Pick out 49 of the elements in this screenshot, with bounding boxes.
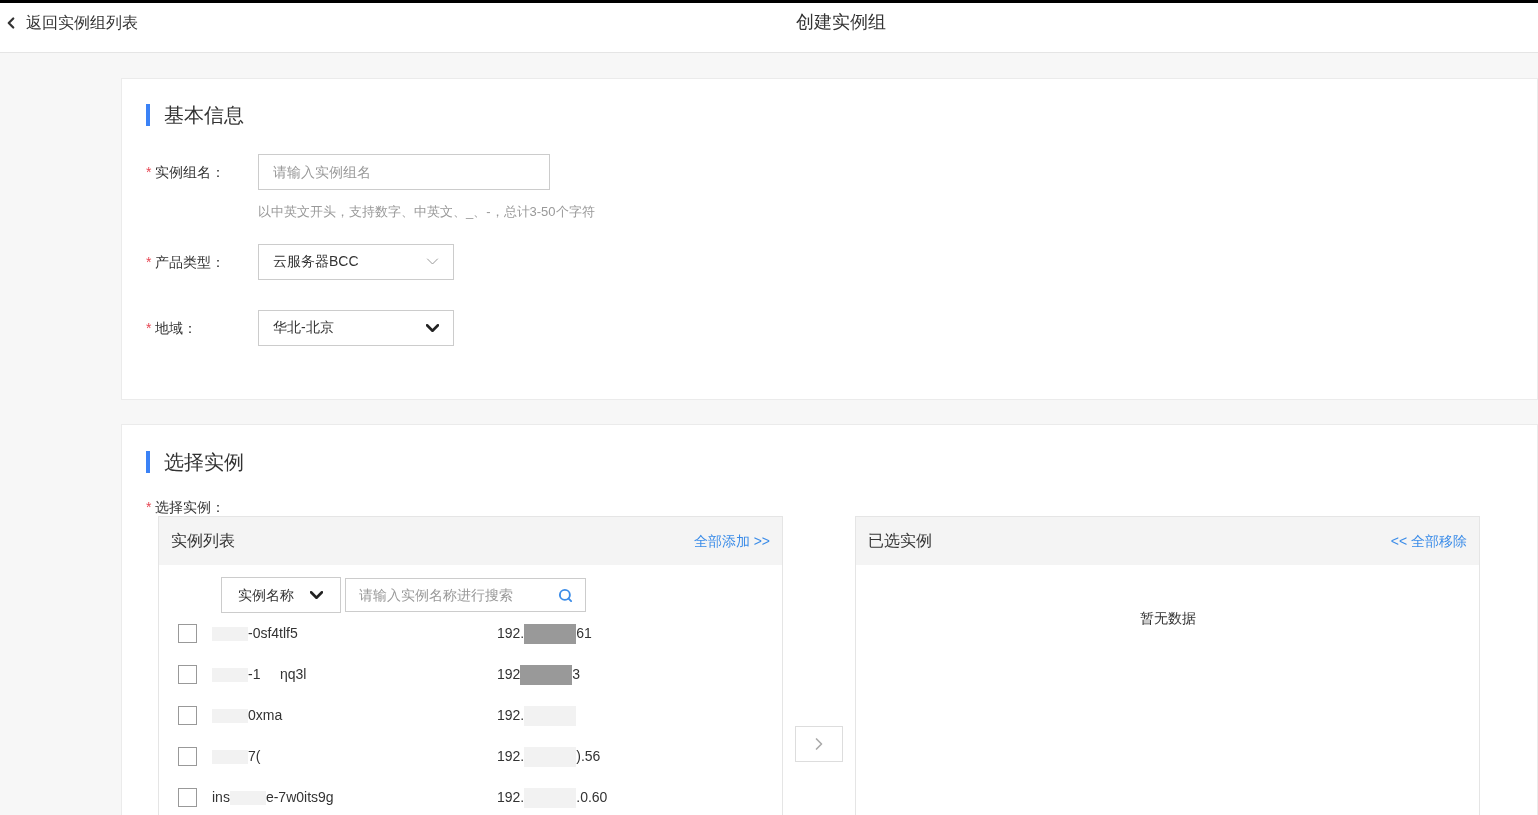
instance-ip: 192 [497,665,521,684]
field-label: 选择实例： [155,498,226,517]
heading-bar [146,104,150,126]
page-title: 创建实例组 [796,11,886,34]
dropdown[interactable]: 华北-北京 [258,309,454,346]
checkbox[interactable] [178,747,197,766]
search-icon [557,588,573,603]
field-label: 地域： [155,318,198,338]
required-mark: * [146,163,152,182]
redaction-block [524,623,577,644]
instance-name: e-7w0its9g [265,788,334,807]
instance-name: -1 ηq3l [248,665,307,684]
field-label: 产品类型： [155,252,226,272]
required-mark: * [146,498,152,517]
instance-ip: 192. [497,747,525,766]
chevron-down-icon [310,591,323,599]
chevron-down-icon [426,323,439,332]
instance-name: 0xma [248,706,283,725]
heading-bar [146,451,150,473]
hint-text: 以中英文开头，支持数字、中英文、_、-，总计3-50个字符 [258,203,595,221]
panel-title: 已选实例 [868,531,932,551]
instance-ip: 192. [497,624,525,643]
redaction-block [520,664,573,685]
back-link[interactable]: 返回实例组列表 [2,10,138,35]
field-label: 实例组名： [155,163,226,182]
instance-ip: .0.60 [576,788,608,807]
required-mark: * [146,318,152,338]
instance-ip: ).56 [576,747,601,766]
section-heading: 选择实例 [164,450,244,475]
section-heading: 基本信息 [164,103,244,128]
instance-name: ins [212,788,230,807]
required-mark: * [146,252,152,272]
empty-message: 暂无数据 [1139,609,1196,628]
instance-name: -0sf4tlf5 [248,624,298,643]
input-field[interactable]: 请输入实例组名 [258,154,550,190]
instance-ip: 61 [576,624,592,643]
checkbox[interactable] [178,624,197,643]
filter-dropdown[interactable]: 实例名称 [220,577,341,613]
instance-ip: 192. [497,788,525,807]
instance-name: 7( [248,747,261,766]
checkbox[interactable] [178,665,197,684]
dropdown[interactable]: 云服务器BCC [258,243,454,280]
chevron-down-icon [426,258,439,265]
checkbox[interactable] [178,788,197,807]
search-field[interactable]: 请输入实例名称进行搜索 [344,578,586,612]
instance-ip: 3 [572,665,581,684]
checkbox[interactable] [178,706,197,725]
panel-title: 实例列表 [171,531,235,551]
instance-ip: 192. [497,706,525,725]
